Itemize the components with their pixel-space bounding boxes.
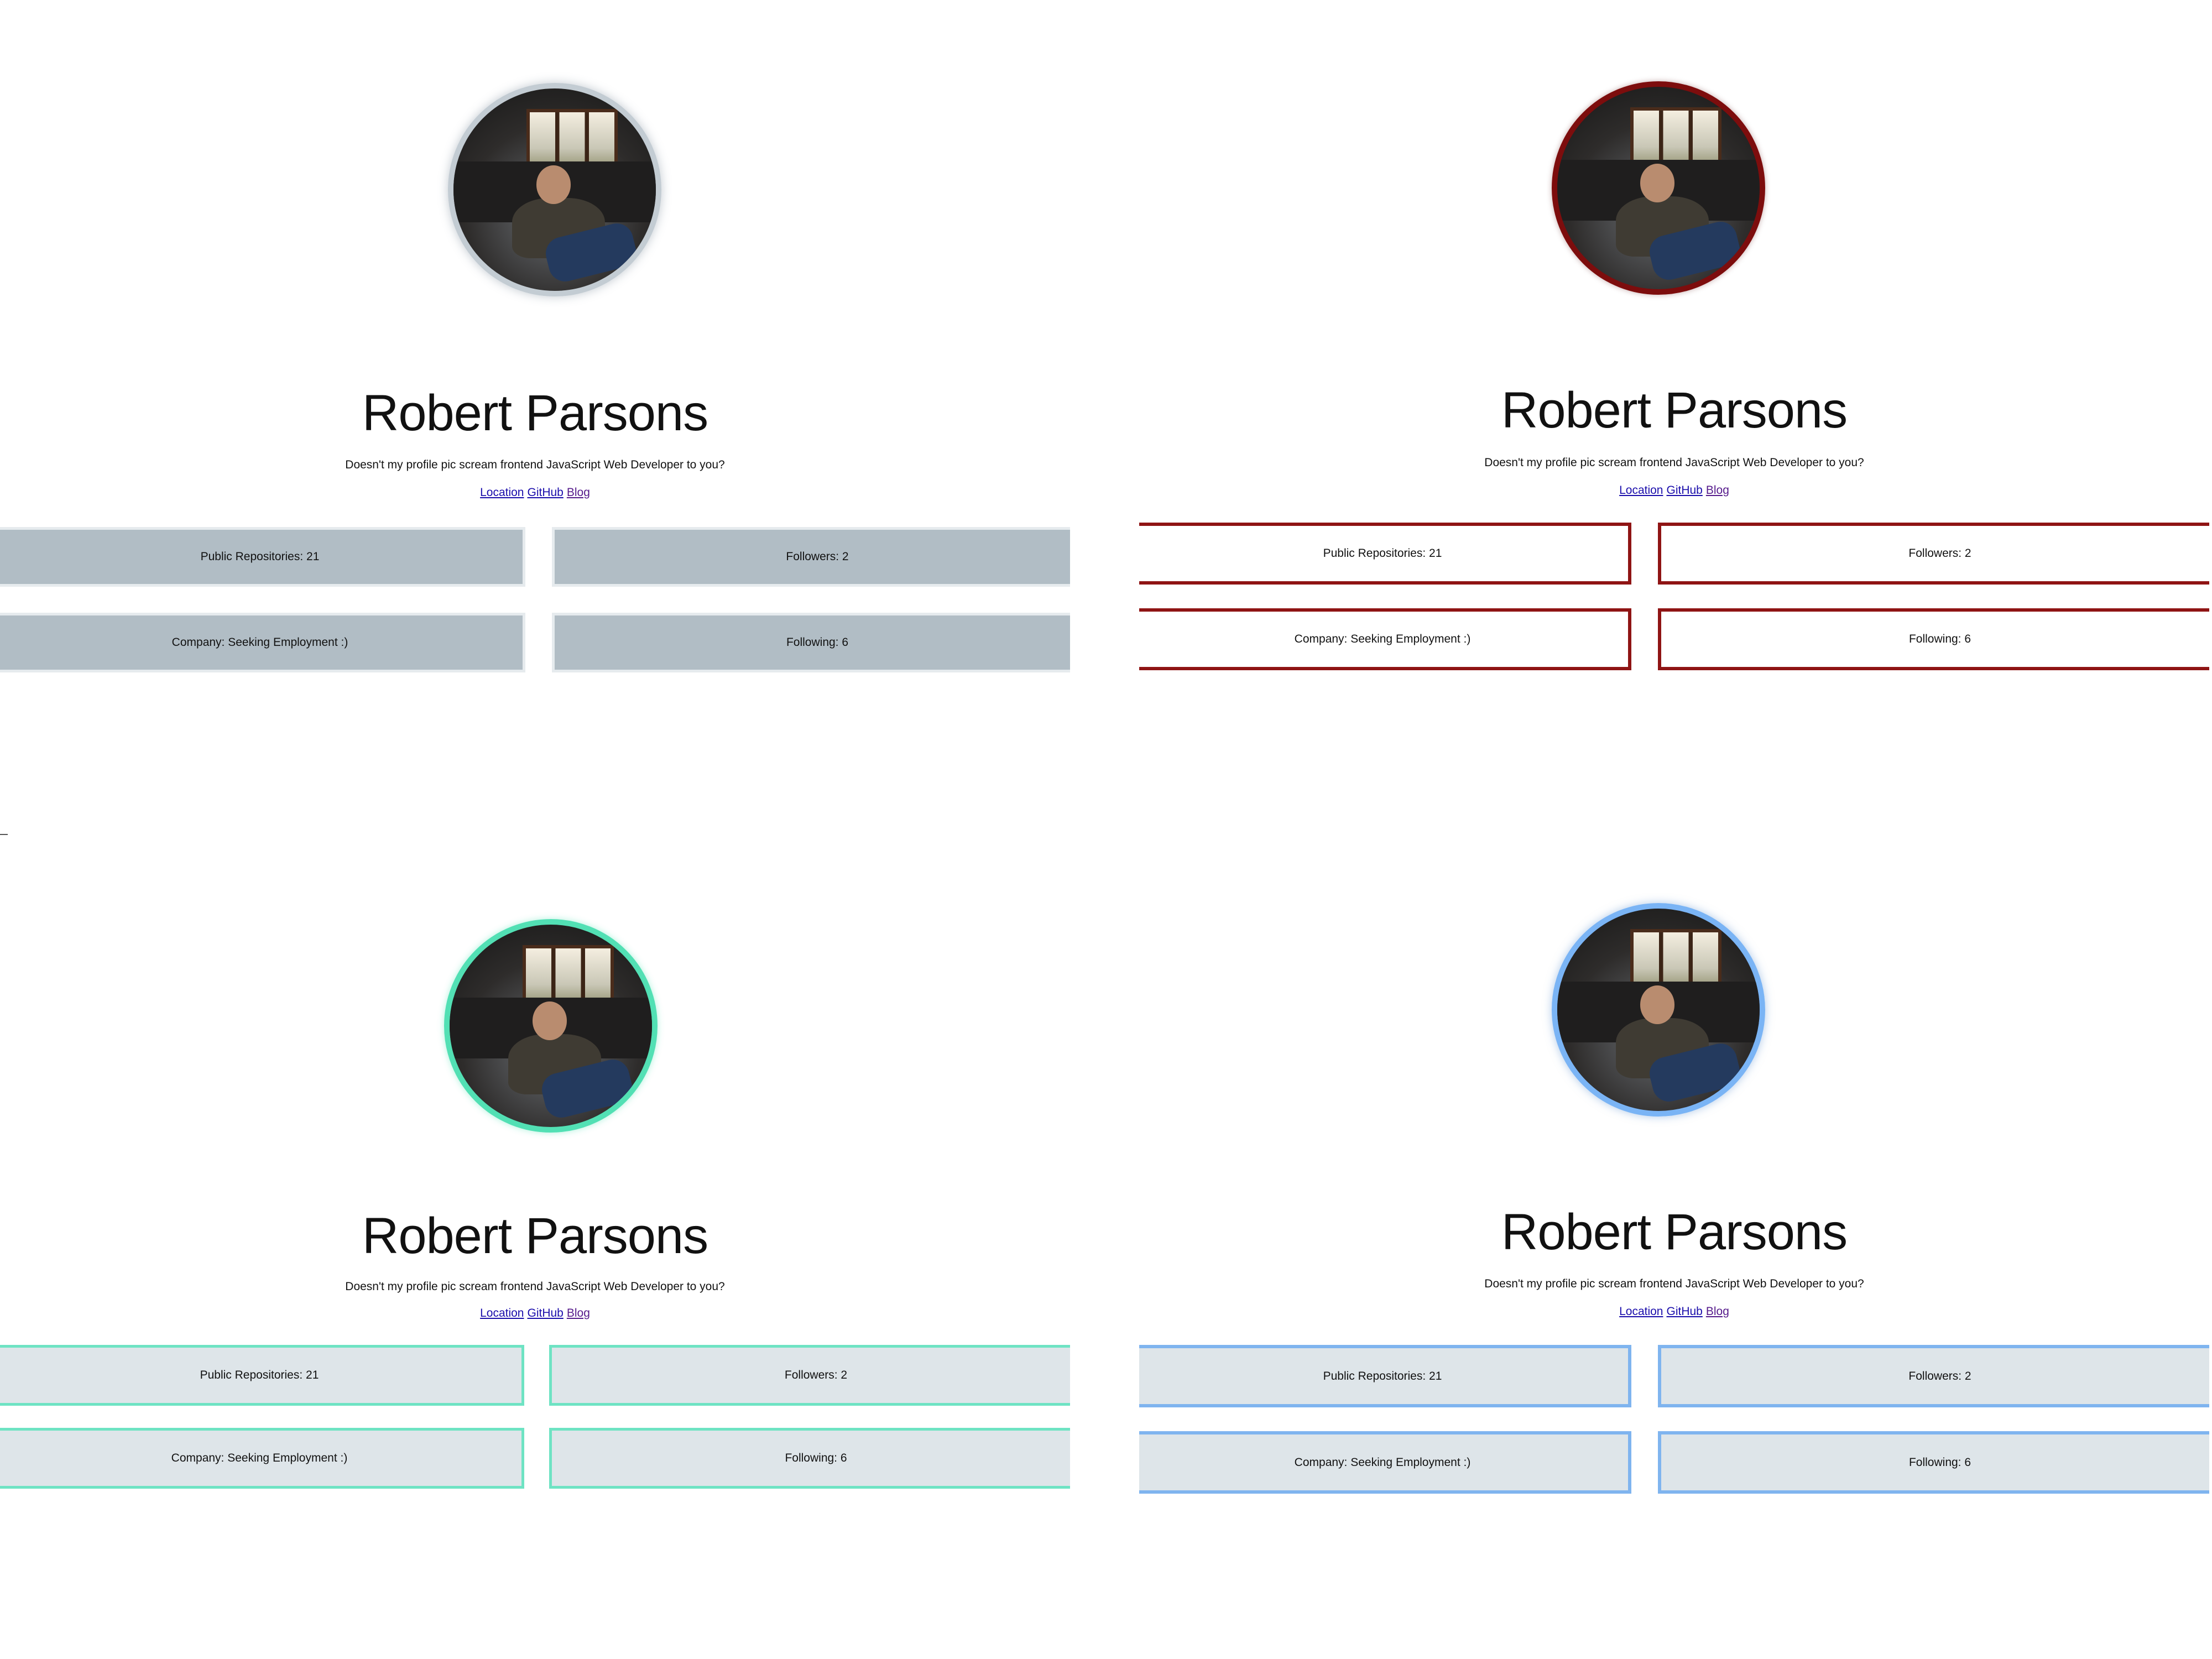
stat-card-following: Following: 6 [1658, 608, 2209, 670]
avatar [1552, 903, 1765, 1117]
stat-label: Company: Seeking Employment :) [171, 1452, 348, 1464]
stat-card-following: Following: 6 [1658, 1431, 2209, 1494]
blog-link[interactable]: Blog [1706, 484, 1729, 497]
stat-card-company: Company: Seeking Employment :) [0, 1428, 524, 1489]
profile-bio: Doesn't my profile pic scream frontend J… [1484, 1277, 1864, 1290]
profile-panel-blue: Robert Parsons Doesn't my profile pic sc… [1139, 830, 2209, 1659]
stat-label: Public Repositories: 21 [200, 1369, 319, 1381]
profile-bio: Doesn't my profile pic scream frontend J… [345, 1280, 725, 1293]
stat-card-company: Company: Seeking Employment :) [1139, 1431, 1631, 1494]
profile-panel-mint: Robert Parsons Doesn't my profile pic sc… [0, 830, 1070, 1659]
profile-links: Location GitHub Blog [0, 1307, 1070, 1320]
github-link[interactable]: GitHub [528, 1307, 564, 1319]
stat-label: Following: 6 [785, 1452, 847, 1464]
profile-name: Robert Parsons [362, 1208, 708, 1264]
stat-label: Company: Seeking Employment :) [1294, 1455, 1471, 1469]
stat-label: Public Repositories: 21 [1323, 547, 1442, 560]
stat-label: Company: Seeking Employment :) [171, 636, 348, 649]
stat-label: Followers: 2 [784, 1369, 848, 1381]
stat-card-followers: Followers: 2 [1658, 1345, 2209, 1407]
profile-bio: Doesn't my profile pic scream frontend J… [1484, 456, 1864, 469]
github-link[interactable]: GitHub [1667, 1305, 1703, 1318]
profile-links: Location GitHub Blog [1139, 484, 2209, 497]
profile-photo [450, 925, 652, 1127]
profile-bio: Doesn't my profile pic scream frontend J… [345, 458, 725, 471]
blog-link[interactable]: Blog [567, 486, 590, 499]
stat-card-public-repos: Public Repositories: 21 [0, 1345, 524, 1406]
github-link[interactable]: GitHub [528, 486, 564, 499]
profile-links: Location GitHub Blog [0, 486, 1070, 499]
stat-card-following: Following: 6 [549, 1428, 1070, 1489]
avatar [444, 919, 658, 1133]
stat-label: Company: Seeking Employment :) [1294, 633, 1471, 645]
location-link[interactable]: Location [1619, 1305, 1663, 1318]
stat-label: Public Repositories: 21 [200, 550, 320, 563]
stat-label: Following: 6 [786, 636, 849, 649]
profile-photo [1557, 87, 1760, 289]
stat-label: Followers: 2 [1908, 1369, 1971, 1383]
avatar [448, 83, 661, 296]
stat-card-company: Company: Seeking Employment :) [0, 613, 525, 672]
location-link[interactable]: Location [1619, 484, 1663, 497]
stat-card-public-repos: Public Repositories: 21 [1139, 523, 1631, 585]
profile-photo [1557, 909, 1760, 1111]
stat-label: Following: 6 [1908, 633, 1971, 645]
profile-panel-grey: Robert Parsons Doesn't my profile pic sc… [0, 0, 1070, 830]
location-link[interactable]: Location [480, 1307, 524, 1319]
blog-link[interactable]: Blog [567, 1307, 590, 1319]
stat-card-company: Company: Seeking Employment :) [1139, 608, 1631, 670]
profile-photo [453, 88, 656, 291]
stat-label: Followers: 2 [1908, 547, 1971, 560]
stat-card-following: Following: 6 [552, 613, 1070, 672]
profile-name: Robert Parsons [1501, 382, 1848, 439]
stat-label: Followers: 2 [786, 550, 849, 563]
profile-links: Location GitHub Blog [1139, 1305, 2209, 1318]
stat-card-followers: Followers: 2 [549, 1345, 1070, 1406]
stat-card-followers: Followers: 2 [1658, 523, 2209, 585]
profile-name: Robert Parsons [1501, 1204, 1848, 1260]
profile-panel-red: Robert Parsons Doesn't my profile pic sc… [1139, 0, 2209, 830]
stat-card-followers: Followers: 2 [552, 527, 1070, 587]
location-link[interactable]: Location [480, 486, 524, 499]
stat-card-public-repos: Public Repositories: 21 [0, 527, 525, 587]
avatar [1552, 81, 1765, 295]
stat-card-public-repos: Public Repositories: 21 [1139, 1345, 1631, 1407]
blog-link[interactable]: Blog [1706, 1305, 1729, 1318]
stat-label: Public Repositories: 21 [1323, 1369, 1442, 1383]
stat-label: Following: 6 [1908, 1455, 1971, 1469]
github-link[interactable]: GitHub [1667, 484, 1703, 497]
profile-name: Robert Parsons [362, 385, 708, 441]
